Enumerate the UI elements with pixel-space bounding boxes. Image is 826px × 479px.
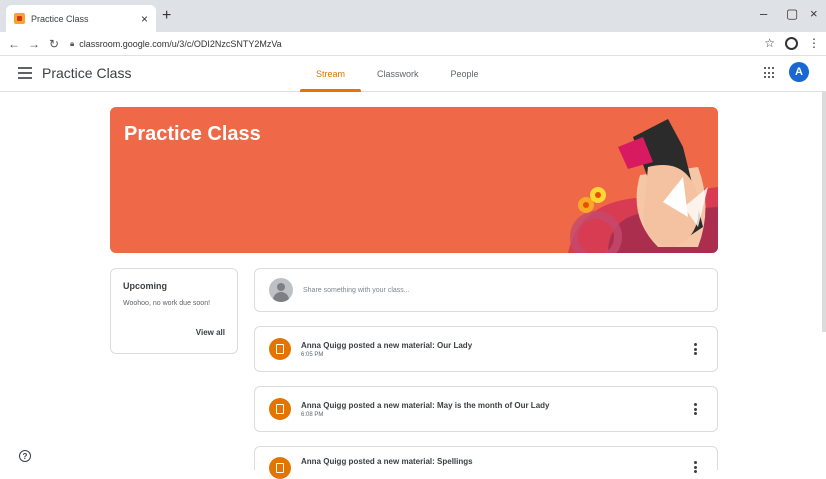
view-all-link[interactable]: View all xyxy=(196,328,225,337)
tab-stream[interactable]: Stream xyxy=(300,56,362,92)
browser-tab-bar: Practice Class × + – ▢ × xyxy=(0,0,826,32)
tab-people[interactable]: People xyxy=(435,56,495,92)
classroom-favicon-icon xyxy=(14,13,25,24)
post-time: 6:05 PM xyxy=(301,351,324,358)
main-menu-icon[interactable] xyxy=(18,67,32,79)
tab-classwork[interactable]: Classwork xyxy=(361,56,435,92)
post-more-icon[interactable] xyxy=(694,403,697,415)
lock-icon: 🔒︎ xyxy=(70,38,75,48)
material-icon xyxy=(269,338,291,360)
post-more-icon[interactable] xyxy=(694,343,697,355)
address-bar-row: ← → ↻ 🔒︎ classroom.google.com/u/3/c/ODI2… xyxy=(0,32,826,56)
upcoming-title: Upcoming xyxy=(123,281,167,291)
new-tab-button[interactable]: + xyxy=(162,7,171,25)
account-avatar[interactable]: A xyxy=(789,62,809,82)
post-more-icon[interactable] xyxy=(694,461,697,473)
reload-icon[interactable]: ↻ xyxy=(44,37,64,51)
google-apps-icon[interactable] xyxy=(764,67,776,79)
classroom-header: Practice Class Stream Classwork People xyxy=(0,56,826,92)
material-icon xyxy=(269,457,291,479)
browser-profile-icon[interactable] xyxy=(785,36,798,50)
banner-title: Practice Class xyxy=(124,123,261,145)
stream-post[interactable]: Anna Quigg posted a new material: May is… xyxy=(254,386,718,432)
class-banner: Practice Class xyxy=(110,107,718,253)
window-close-button[interactable]: × xyxy=(810,6,818,21)
browser-menu-icon[interactable]: ⋮ xyxy=(808,36,820,50)
share-box[interactable]: Share something with your class... xyxy=(254,268,718,312)
browser-tab[interactable]: Practice Class × xyxy=(6,5,156,32)
url-text: classroom.google.com/u/3/c/ODI2NzcSNTY2M… xyxy=(79,38,282,49)
bookmark-star-icon[interactable]: ☆ xyxy=(764,36,775,50)
url-field[interactable]: 🔒︎ classroom.google.com/u/3/c/ODI2NzcSNT… xyxy=(70,39,282,49)
page-scrollbar[interactable] xyxy=(822,92,826,332)
back-arrow-icon[interactable]: ← xyxy=(4,37,24,51)
browser-tab-title: Practice Class xyxy=(31,13,89,24)
upcoming-card: Upcoming Woohoo, no work due soon! View … xyxy=(110,268,238,354)
material-icon xyxy=(269,398,291,420)
post-title: Anna Quigg posted a new material: May is… xyxy=(301,400,550,410)
post-time: 6:08 PM xyxy=(301,411,324,418)
tab-close-icon[interactable]: × xyxy=(141,12,148,26)
stream-post[interactable]: Anna Quigg posted a new material: Spelli… xyxy=(254,446,718,479)
class-tabs: Stream Classwork People xyxy=(300,56,495,92)
stream-post[interactable]: Anna Quigg posted a new material: Our La… xyxy=(254,326,718,372)
window-maximize-button[interactable]: ▢ xyxy=(786,6,798,22)
post-title: Anna Quigg posted a new material: Our La… xyxy=(301,340,473,350)
user-avatar-icon xyxy=(269,278,293,302)
share-placeholder: Share something with your class... xyxy=(303,286,410,294)
help-icon[interactable]: ? xyxy=(19,450,31,462)
class-title[interactable]: Practice Class xyxy=(42,65,131,81)
window-minimize-button[interactable]: – xyxy=(760,6,767,21)
upcoming-empty-text: Woohoo, no work due soon! xyxy=(123,300,211,307)
banner-illustration xyxy=(568,119,718,253)
forward-arrow-icon[interactable]: → xyxy=(24,37,44,51)
post-title: Anna Quigg posted a new material: Spelli… xyxy=(301,457,473,466)
